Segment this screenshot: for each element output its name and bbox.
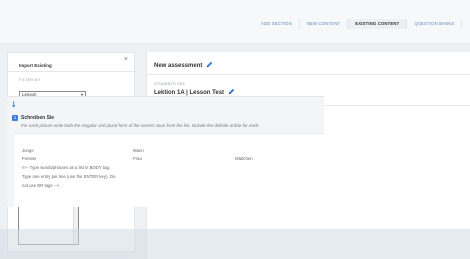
lesson-title: Lektion 1A | Lesson Test <box>154 88 235 96</box>
word-cell: Mann <box>133 148 144 153</box>
question-number-badge: 1 <box>12 115 18 121</box>
students-see-label: STUDENTS SEE <box>154 82 186 86</box>
pencil-icon[interactable] <box>228 88 235 95</box>
comment-line: Type one entry per line (use the ENTER k… <box>22 174 116 179</box>
close-icon[interactable]: × <box>124 56 128 63</box>
divider <box>8 71 136 72</box>
tab-question-banks[interactable]: QUESTION BANKS <box>407 19 463 29</box>
question-instruction: For each picture write both the singular… <box>21 123 260 128</box>
assessment-title: New assessment <box>154 61 213 69</box>
content-tabs: ADD SECTION NEW CONTENT EXISTING CONTENT… <box>254 19 463 29</box>
top-navigation: ADD SECTION NEW CONTENT EXISTING CONTENT… <box>0 0 470 44</box>
panel-title: Import Existing <box>19 63 52 68</box>
assessment-title-text: New assessment <box>154 63 203 69</box>
filter-label: FILTER BY <box>19 78 41 82</box>
comment-line: <!-- Type words/phrases as a list in BOD… <box>22 165 111 170</box>
arrow-down-icon[interactable]: ⭣ <box>12 100 16 110</box>
comment-line: not use BR tags --> <box>22 183 60 188</box>
tab-add-section[interactable]: ADD SECTION <box>254 19 300 29</box>
word-cell: Mädchen <box>235 156 253 161</box>
question-body[interactable]: Junge Mann Fenster Frau Mädchen <!-- Typ… <box>14 133 324 207</box>
pencil-icon[interactable] <box>206 61 213 68</box>
tab-existing-content[interactable]: EXISTING CONTENT <box>348 19 408 29</box>
word-cell: Junge <box>22 148 34 153</box>
divider <box>147 74 470 75</box>
tab-new-content[interactable]: NEW CONTENT <box>300 19 349 29</box>
word-cell: Fenster <box>22 156 37 161</box>
word-cell: Frau <box>133 156 142 161</box>
bottom-overlay <box>0 229 470 259</box>
question-title: Schreiben Sie <box>21 115 55 121</box>
